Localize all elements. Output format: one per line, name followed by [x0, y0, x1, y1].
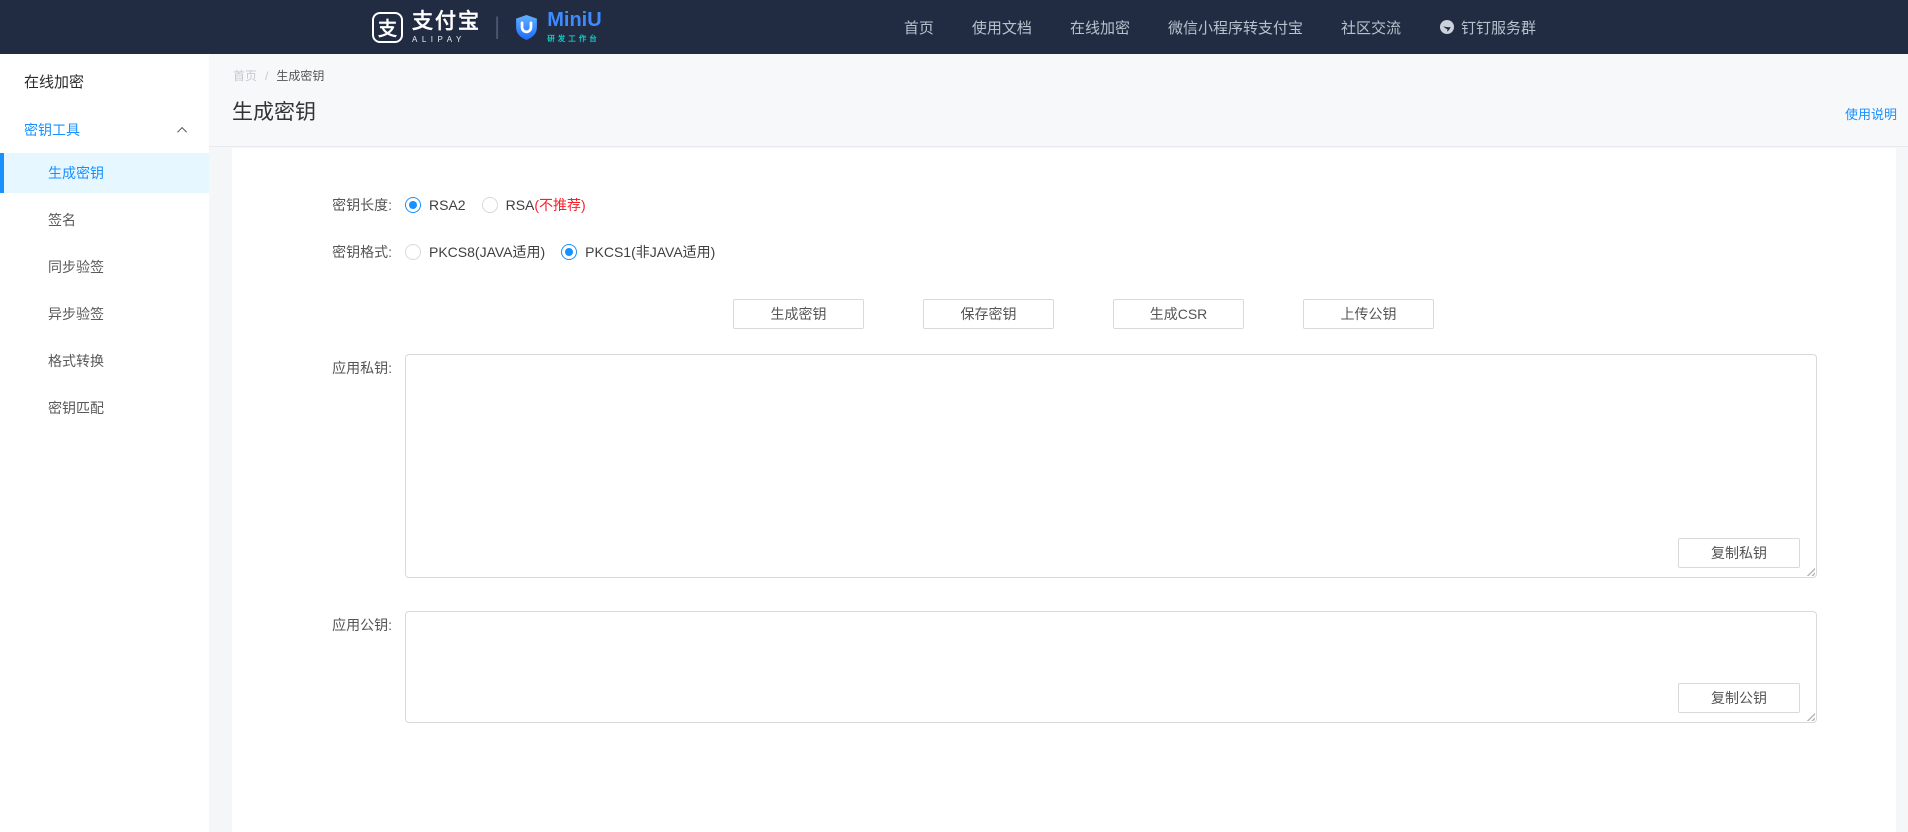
logo-group[interactable]: 支 支付宝 ALIPAY | MiniU 研发工	[372, 10, 602, 44]
page-title: 生成密钥	[232, 96, 316, 126]
generate-csr-button[interactable]: 生成CSR	[1113, 299, 1244, 329]
chevron-up-icon	[177, 126, 187, 136]
key-length-label: 密钥长度:	[232, 193, 392, 217]
sidebar-item-format-convert[interactable]: 格式转换	[0, 341, 209, 381]
sidebar-title: 在线加密	[0, 54, 209, 92]
sidebar-item-generate-key[interactable]: 生成密钥	[0, 153, 209, 193]
sidebar-group-label: 密钥工具	[24, 120, 80, 140]
key-format-label: 密钥格式:	[232, 240, 392, 264]
public-key-row: 应用公钥: 复制公钥	[232, 611, 1817, 723]
nav-menu: 首页 使用文档 在线加密 微信小程序转支付宝 社区交流 钉钉服务群	[904, 17, 1536, 38]
private-key-row: 应用私钥: 复制私钥	[232, 354, 1817, 578]
radio-unselected-icon[interactable]	[405, 244, 421, 260]
nav-item-home[interactable]: 首页	[904, 17, 934, 38]
sidebar: 在线加密 密钥工具 生成密钥 签名 同步验签 异步验签 格式转换 密钥匹配	[0, 54, 209, 832]
miniu-logo-subtitle: 研发工作台	[547, 33, 601, 44]
sidebar-item-async-verify[interactable]: 异步验签	[0, 294, 209, 334]
radio-selected-icon[interactable]	[405, 197, 421, 213]
breadcrumb-separator: /	[265, 69, 268, 83]
top-navbar: 支 支付宝 ALIPAY | MiniU 研发工	[0, 0, 1908, 54]
radio-option-pkcs8[interactable]: PKCS8(JAVA适用)	[405, 242, 545, 262]
usage-help-link[interactable]: 使用说明	[1845, 104, 1897, 123]
logo-separator: |	[494, 13, 500, 41]
radio-option-pkcs1[interactable]: PKCS1(非JAVA适用)	[561, 242, 715, 262]
dingtalk-icon	[1439, 19, 1455, 35]
key-length-row: 密钥长度: RSA2 RSA (不推荐)	[232, 193, 602, 217]
upload-public-key-button[interactable]: 上传公钥	[1303, 299, 1434, 329]
breadcrumb-current: 生成密钥	[276, 67, 324, 84]
nav-item-community[interactable]: 社区交流	[1341, 17, 1401, 38]
nav-item-online-encrypt[interactable]: 在线加密	[1070, 17, 1130, 38]
generate-key-button[interactable]: 生成密钥	[733, 299, 864, 329]
nav-item-dingtalk-group[interactable]: 钉钉服务群	[1439, 17, 1536, 38]
radio-option-rsa2[interactable]: RSA2	[405, 197, 466, 213]
save-key-button[interactable]: 保存密钥	[923, 299, 1054, 329]
alipay-logo-icon: 支	[372, 12, 403, 43]
breadcrumb-home[interactable]: 首页	[233, 67, 257, 84]
alipay-logo-en: ALIPAY	[412, 35, 481, 44]
miniu-shield-icon	[513, 14, 540, 41]
public-key-textarea[interactable]	[405, 611, 1817, 723]
main-content-card: 密钥长度: RSA2 RSA (不推荐) 密钥格式: PKCS8(JAVA适用)…	[232, 148, 1896, 832]
radio-option-rsa[interactable]: RSA (不推荐)	[482, 195, 586, 215]
not-recommended-note: (不推荐)	[534, 195, 585, 215]
radio-selected-icon[interactable]	[561, 244, 577, 260]
sidebar-group-key-tools[interactable]: 密钥工具	[0, 119, 209, 141]
copy-private-key-button[interactable]: 复制私钥	[1678, 538, 1800, 568]
miniu-logo-text: MiniU	[547, 10, 601, 30]
sidebar-item-sync-verify[interactable]: 同步验签	[0, 247, 209, 287]
private-key-label: 应用私钥:	[232, 354, 392, 578]
radio-unselected-icon[interactable]	[482, 197, 498, 213]
nav-item-docs[interactable]: 使用文档	[972, 17, 1032, 38]
key-format-row: 密钥格式: PKCS8(JAVA适用) PKCS1(非JAVA适用)	[232, 240, 731, 264]
sidebar-item-key-match[interactable]: 密钥匹配	[0, 388, 209, 428]
copy-public-key-button[interactable]: 复制公钥	[1678, 683, 1800, 713]
breadcrumb: 首页 / 生成密钥	[233, 67, 324, 84]
alipay-logo-cn: 支付宝	[412, 11, 481, 33]
private-key-textarea[interactable]	[405, 354, 1817, 578]
sidebar-item-sign[interactable]: 签名	[0, 200, 209, 240]
action-buttons-row: 生成密钥 保存密钥 生成CSR 上传公钥	[733, 299, 1434, 329]
public-key-label: 应用公钥:	[232, 611, 392, 723]
nav-item-wechat-to-alipay[interactable]: 微信小程序转支付宝	[1168, 17, 1303, 38]
page-header: 首页 / 生成密钥 生成密钥 使用说明	[209, 54, 1908, 147]
